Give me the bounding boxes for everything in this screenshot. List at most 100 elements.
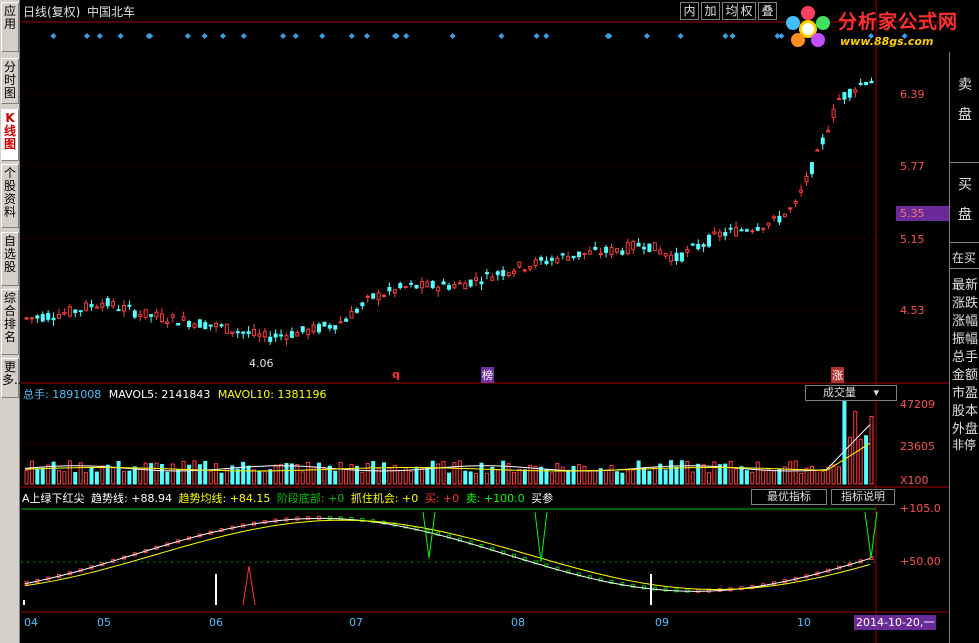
volume-bar bbox=[317, 462, 321, 485]
tool-button-jia[interactable]: 加 bbox=[701, 2, 720, 20]
buy-panel-label-2: 盘 bbox=[958, 207, 972, 223]
volume-axis-unit: X100 bbox=[900, 474, 929, 487]
volume-bar bbox=[262, 471, 267, 485]
volume-bar bbox=[452, 462, 457, 485]
candle-body bbox=[837, 98, 841, 101]
current-price-badge: 5.35 bbox=[896, 206, 949, 221]
volume-dropdown-label: 成交量 bbox=[822, 386, 856, 399]
candle-body bbox=[122, 304, 126, 312]
marker-zhang: 涨 bbox=[831, 367, 844, 383]
best-indicator-button[interactable]: 最优指标 bbox=[751, 489, 827, 505]
volume-bar bbox=[322, 467, 327, 485]
candle-body bbox=[479, 281, 484, 285]
flower-logo-icon bbox=[786, 6, 830, 47]
indicator-help-button[interactable]: 指标说明 bbox=[831, 489, 895, 505]
volume-bar bbox=[165, 471, 170, 485]
tab-kline[interactable]: K线图 bbox=[1, 109, 19, 161]
mavol10-label: MAVOL10: bbox=[217, 388, 274, 401]
tab-stock-info[interactable]: 个股资料 bbox=[1, 164, 19, 228]
tab-ranking[interactable]: 综合排名 bbox=[1, 289, 19, 355]
chance-label: 抓住机会: bbox=[350, 492, 399, 505]
candle-body bbox=[425, 281, 430, 288]
tool-button-quan[interactable]: 权 bbox=[737, 2, 756, 20]
candle-body bbox=[484, 272, 489, 275]
tab-watchlist[interactable]: 自选股 bbox=[1, 232, 19, 286]
signal-diamond-icon bbox=[729, 33, 736, 39]
signal-diamond-icon bbox=[84, 33, 90, 39]
volume-bar bbox=[457, 460, 462, 485]
candle-body bbox=[78, 310, 83, 313]
date-tick-08: 08 bbox=[511, 616, 525, 629]
trend-avg-line bbox=[24, 519, 871, 590]
candle-body bbox=[317, 323, 321, 333]
signal-diamond-icon bbox=[240, 33, 247, 39]
candle-body bbox=[333, 325, 338, 330]
candle-body bbox=[539, 257, 544, 261]
candle-body bbox=[409, 282, 414, 285]
candle-body bbox=[230, 331, 235, 334]
volume-bar bbox=[522, 469, 527, 485]
quote-row: 在买 bbox=[952, 251, 977, 265]
logo: 分析家公式网 www.88gs.com bbox=[780, 3, 975, 51]
tool-button-die[interactable]: 叠 bbox=[758, 2, 777, 20]
volume-bar bbox=[224, 468, 229, 485]
chart-area[interactable]: 日线(复权) 中国北车 内 加 均 权 叠 6.39 5.77 5.15 4.5… bbox=[21, 0, 949, 643]
volume-bar bbox=[512, 471, 516, 485]
volume-bar bbox=[284, 462, 289, 485]
signal-diamond-icon bbox=[280, 33, 286, 39]
volume-bar bbox=[560, 466, 565, 485]
candle-body bbox=[501, 270, 506, 277]
volume-bar bbox=[690, 471, 695, 485]
volume-indicator-dropdown[interactable]: 成交量 ▾ bbox=[805, 385, 897, 401]
volume-bar bbox=[24, 470, 29, 485]
candle-body bbox=[241, 331, 246, 334]
volume-bar bbox=[392, 464, 397, 485]
volume-bar bbox=[663, 469, 668, 485]
buy-panel-label-1: 买 bbox=[958, 177, 972, 193]
volume-axis-top: 47209 bbox=[900, 398, 935, 411]
candle-body bbox=[392, 289, 397, 294]
candle-body bbox=[165, 321, 170, 324]
candle-body bbox=[46, 312, 51, 320]
candle-body bbox=[414, 284, 419, 289]
price-tick-3: 5.15 bbox=[900, 233, 925, 246]
volume-bar bbox=[187, 464, 191, 485]
volume-bar bbox=[246, 465, 251, 485]
candle-body bbox=[219, 324, 224, 327]
volume-bar bbox=[349, 463, 354, 485]
candle-body bbox=[132, 310, 137, 318]
volume-bar bbox=[149, 463, 154, 485]
volume-bar bbox=[831, 464, 836, 485]
candle-body bbox=[105, 298, 110, 307]
marker-bang: 榜 bbox=[481, 367, 494, 383]
candle-body bbox=[793, 200, 798, 204]
volume-bar bbox=[105, 464, 110, 485]
tab-intraday[interactable]: 分时图 bbox=[1, 58, 19, 104]
tool-button-nei[interactable]: 内 bbox=[680, 2, 699, 20]
volume-bar bbox=[425, 466, 430, 485]
volume-bar bbox=[333, 470, 338, 485]
tab-apps[interactable]: 应用 bbox=[1, 2, 19, 52]
volume-bar bbox=[544, 469, 549, 485]
candle-body bbox=[815, 149, 820, 152]
candle-body bbox=[452, 284, 457, 289]
volume-bar bbox=[241, 461, 246, 485]
candle-body bbox=[187, 321, 191, 328]
candle-body bbox=[143, 309, 148, 318]
date-tick-04: 04 bbox=[24, 616, 38, 629]
tab-more[interactable]: 更多.. bbox=[1, 358, 22, 398]
indicator-marker bbox=[685, 588, 690, 593]
volume-bar bbox=[344, 469, 349, 485]
volume-bar bbox=[73, 471, 78, 485]
volume-bar bbox=[647, 470, 652, 485]
volume-bar bbox=[777, 468, 782, 485]
candle-body bbox=[371, 293, 376, 299]
volume-bar bbox=[192, 460, 197, 485]
candle-body bbox=[609, 246, 614, 256]
volume-bar bbox=[100, 465, 105, 485]
left-tab-strip: 应用 分时图 K线图 个股资料 自选股 综合排名 更多.. bbox=[0, 0, 22, 643]
volume-bar bbox=[181, 460, 186, 485]
candle-body bbox=[728, 227, 733, 230]
candle-body bbox=[560, 253, 565, 256]
candle-body bbox=[831, 108, 836, 118]
